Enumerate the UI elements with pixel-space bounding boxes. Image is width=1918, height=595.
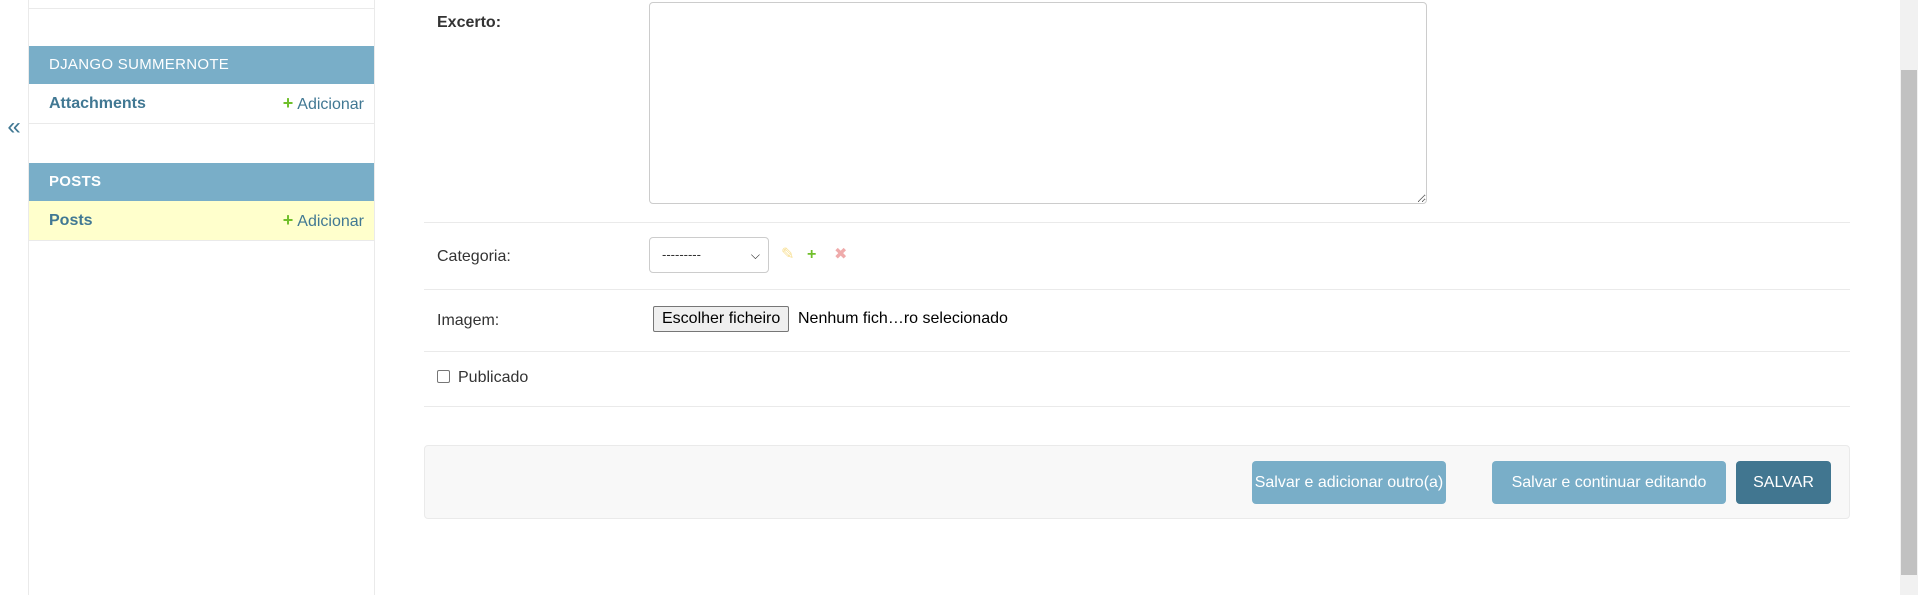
vertical-scrollbar[interactable] bbox=[1900, 0, 1918, 595]
sidebar-item-attachments: Attachments + Adicionar bbox=[29, 84, 374, 124]
x-icon[interactable]: ✖ bbox=[834, 245, 847, 265]
published-label: Publicado bbox=[458, 369, 529, 386]
form-row-excerpt: Excerto: bbox=[424, 0, 1850, 223]
form-row-category: Categoria: --------- ⌵ ✎ + ✖ bbox=[424, 223, 1850, 290]
category-select[interactable]: --------- ⌵ bbox=[649, 237, 769, 273]
module-caption: DJANGO SUMMERNOTE bbox=[29, 46, 374, 84]
pencil-icon[interactable]: ✎ bbox=[781, 245, 794, 265]
add-label: Adicionar bbox=[297, 96, 364, 113]
module-django-summernote: DJANGO SUMMERNOTE Attachments + Adicionar bbox=[29, 46, 374, 124]
add-post-link[interactable]: + Adicionar bbox=[283, 201, 364, 241]
save-and-continue-button[interactable]: Salvar e continuar editando bbox=[1492, 461, 1726, 504]
change-form: Excerto: Categoria: --------- ⌵ ✎ + ✖ Im… bbox=[424, 0, 1850, 595]
module-caption: POSTS bbox=[29, 163, 374, 201]
collapse-sidebar-button[interactable]: « bbox=[0, 112, 28, 142]
module-posts: POSTS Posts + Adicionar bbox=[29, 163, 374, 241]
choose-file-button[interactable]: Escolher ficheiro bbox=[653, 306, 790, 332]
category-label: Categoria: bbox=[437, 248, 511, 265]
sidebar: DJANGO SUMMERNOTE Attachments + Adicionar… bbox=[29, 0, 375, 595]
plus-icon: + bbox=[282, 93, 294, 113]
scrollbar-thumb[interactable] bbox=[1901, 70, 1917, 575]
add-attachment-link[interactable]: + Adicionar bbox=[283, 84, 364, 124]
admin-page: « DJANGO SUMMERNOTE Attachments + Adicion… bbox=[0, 0, 1918, 595]
posts-link[interactable]: Posts bbox=[49, 201, 93, 240]
excerpt-textarea[interactable] bbox=[649, 2, 1427, 204]
add-label: Adicionar bbox=[297, 213, 364, 230]
sidebar-item-posts: Posts + Adicionar bbox=[29, 201, 374, 241]
plus-icon[interactable]: + bbox=[807, 245, 816, 265]
form-row-published: Publicado bbox=[424, 352, 1850, 407]
image-label: Imagem: bbox=[437, 312, 500, 329]
category-selected-value: --------- bbox=[662, 247, 701, 262]
attachments-link[interactable]: Attachments bbox=[49, 84, 146, 123]
chevron-down-icon: ⌵ bbox=[750, 248, 760, 262]
save-and-add-another-button[interactable]: Salvar e adicionar outro(a) bbox=[1252, 461, 1446, 504]
excerpt-label: Excerto: bbox=[437, 14, 502, 31]
submit-row: Salvar e adicionar outro(a) Salvar e con… bbox=[424, 445, 1850, 519]
sidebar-top-divider bbox=[29, 0, 374, 9]
save-button[interactable]: SALVAR bbox=[1736, 461, 1831, 504]
published-checkbox[interactable] bbox=[437, 370, 450, 383]
nav-toggle-strip: « bbox=[0, 0, 29, 595]
plus-icon: + bbox=[282, 210, 294, 230]
form-row-image: Imagem: Escolher ficheiro Nenhum fich…ro… bbox=[424, 290, 1850, 352]
file-status-text: Nenhum fich…ro selecionado bbox=[798, 310, 1008, 327]
